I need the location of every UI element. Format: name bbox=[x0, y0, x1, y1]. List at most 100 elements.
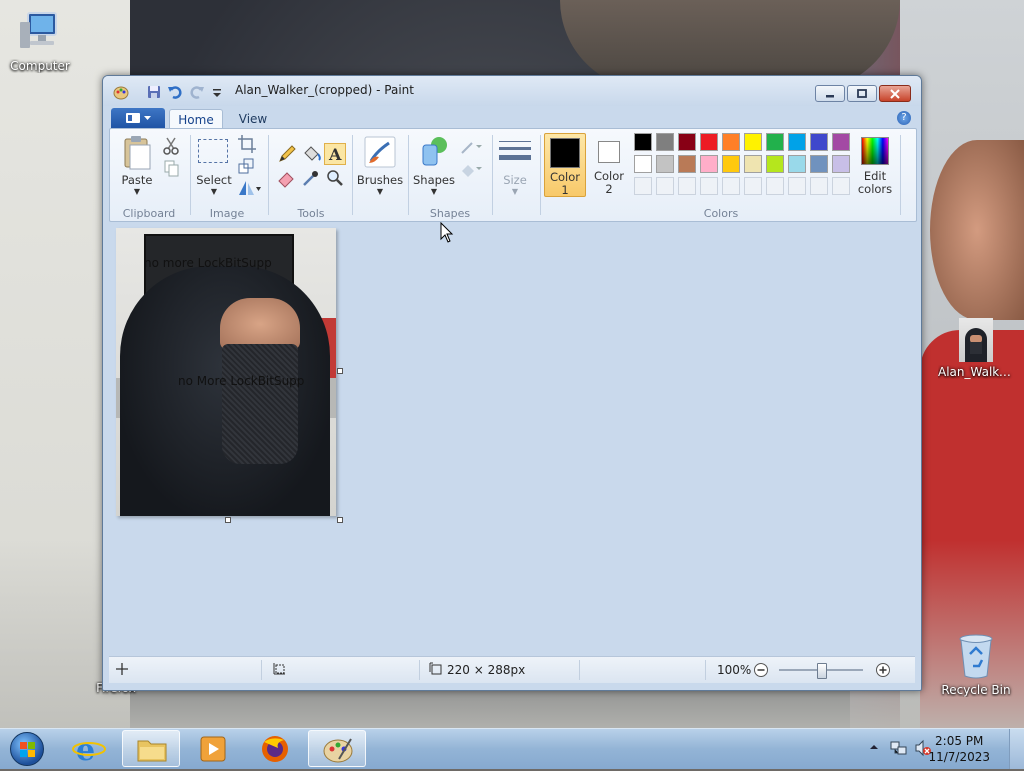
close-button[interactable] bbox=[879, 85, 911, 102]
palette-color-swatch[interactable] bbox=[700, 133, 718, 151]
desktop-icon-recycle-bin[interactable]: Recycle Bin bbox=[938, 632, 1014, 697]
zoom-in-button[interactable] bbox=[875, 662, 891, 681]
palette-color-swatch[interactable] bbox=[722, 155, 740, 173]
palette-color-swatch[interactable] bbox=[810, 133, 828, 151]
color-palette bbox=[634, 133, 856, 199]
zoom-slider[interactable] bbox=[779, 663, 863, 679]
palette-color-swatch[interactable] bbox=[744, 155, 762, 173]
palette-color-swatch[interactable] bbox=[766, 155, 784, 173]
fill-icon[interactable] bbox=[300, 143, 322, 165]
palette-custom-swatch[interactable] bbox=[722, 177, 740, 195]
palette-color-swatch[interactable] bbox=[832, 155, 850, 173]
palette-custom-swatch[interactable] bbox=[744, 177, 762, 195]
photo-mask bbox=[222, 344, 298, 464]
status-separator bbox=[579, 660, 580, 680]
palette-color-swatch[interactable] bbox=[678, 133, 696, 151]
palette-color-swatch[interactable] bbox=[656, 155, 674, 173]
status-separator bbox=[419, 660, 420, 680]
taskbar-paint[interactable] bbox=[308, 730, 366, 767]
select-button[interactable]: Select ▼ bbox=[194, 133, 234, 201]
network-icon[interactable] bbox=[890, 739, 908, 760]
shapes-button[interactable]: Shapes ▼ bbox=[412, 133, 456, 201]
minimize-button[interactable] bbox=[815, 85, 845, 102]
pencil-icon[interactable] bbox=[276, 143, 298, 165]
close-icon bbox=[890, 89, 900, 99]
zoom-out-button[interactable] bbox=[753, 662, 769, 681]
customize-quick-access-icon[interactable] bbox=[211, 84, 227, 100]
text-tool-icon[interactable]: A bbox=[324, 143, 346, 165]
undo-icon[interactable] bbox=[167, 84, 183, 100]
cut-icon[interactable] bbox=[160, 135, 182, 157]
help-button[interactable]: ? bbox=[897, 111, 911, 125]
color2-button[interactable]: Color 2 bbox=[588, 133, 630, 197]
tab-home[interactable]: Home bbox=[169, 109, 223, 130]
zoom-slider-thumb[interactable] bbox=[817, 663, 827, 679]
color1-swatch bbox=[550, 138, 580, 168]
paint-app-icon[interactable] bbox=[113, 84, 129, 100]
palette-color-swatch[interactable] bbox=[634, 133, 652, 151]
taskbar-internet-explorer[interactable]: e bbox=[60, 730, 118, 768]
palette-color-swatch[interactable] bbox=[678, 155, 696, 173]
palette-custom-swatch[interactable] bbox=[700, 177, 718, 195]
palette-color-swatch[interactable] bbox=[744, 133, 762, 151]
paste-button[interactable]: Paste ▼ bbox=[116, 133, 158, 201]
rotate-icon[interactable] bbox=[236, 177, 261, 199]
show-desktop-button[interactable] bbox=[1009, 729, 1024, 769]
palette-custom-swatch[interactable] bbox=[788, 177, 806, 195]
start-button[interactable] bbox=[6, 729, 48, 769]
paint-menu-button[interactable] bbox=[111, 108, 165, 128]
palette-color-swatch[interactable] bbox=[832, 133, 850, 151]
palette-custom-swatch[interactable] bbox=[810, 177, 828, 195]
taskbar-firefox[interactable] bbox=[246, 730, 304, 767]
select-icon bbox=[198, 139, 228, 163]
eraser-icon[interactable] bbox=[276, 167, 298, 189]
drawing-canvas[interactable]: no more LockBitSupp no More LockBitSupp bbox=[116, 228, 336, 516]
palette-color-swatch[interactable] bbox=[634, 155, 652, 173]
group-separator bbox=[540, 135, 541, 215]
chevron-down-icon: ▼ bbox=[511, 187, 519, 196]
palette-color-swatch[interactable] bbox=[722, 133, 740, 151]
group-separator bbox=[190, 135, 191, 215]
resize-handle-right[interactable] bbox=[337, 368, 343, 374]
maximize-button[interactable] bbox=[847, 85, 877, 102]
status-separator bbox=[705, 660, 706, 680]
palette-color-swatch[interactable] bbox=[656, 133, 674, 151]
copy-icon[interactable] bbox=[160, 157, 182, 179]
palette-color-swatch[interactable] bbox=[700, 155, 718, 173]
tab-view[interactable]: View bbox=[227, 109, 279, 129]
show-hidden-icons-button[interactable] bbox=[868, 741, 880, 756]
magnifier-icon[interactable] bbox=[324, 167, 346, 189]
color-picker-icon[interactable] bbox=[300, 167, 322, 189]
crop-icon[interactable] bbox=[236, 133, 258, 155]
palette-custom-swatch[interactable] bbox=[634, 177, 652, 195]
taskbar-media-player[interactable] bbox=[184, 730, 242, 767]
palette-color-swatch[interactable] bbox=[788, 155, 806, 173]
resize-icon[interactable] bbox=[236, 155, 258, 177]
taskbar-file-explorer[interactable] bbox=[122, 730, 180, 767]
save-icon[interactable] bbox=[146, 84, 162, 100]
edit-colors-button[interactable]: Edit colors bbox=[856, 133, 894, 197]
minimize-icon bbox=[826, 95, 834, 98]
system-clock[interactable]: 2:05 PM 11/7/2023 bbox=[928, 733, 990, 765]
title-bar[interactable]: Alan_Walker_(cropped) - Paint bbox=[103, 76, 921, 106]
desktop-icon-alan-walker-image[interactable]: Alan_Walker... bbox=[938, 318, 1014, 379]
palette-custom-swatch[interactable] bbox=[832, 177, 850, 195]
resize-handle-bottom[interactable] bbox=[225, 517, 231, 523]
shape-fill-icon[interactable] bbox=[458, 159, 482, 181]
palette-color-swatch[interactable] bbox=[810, 155, 828, 173]
palette-custom-swatch[interactable] bbox=[656, 177, 674, 195]
palette-color-swatch[interactable] bbox=[766, 133, 784, 151]
size-button[interactable]: Size ▼ bbox=[496, 133, 534, 201]
palette-custom-swatch[interactable] bbox=[678, 177, 696, 195]
brushes-button[interactable]: Brushes ▼ bbox=[356, 133, 404, 201]
outline-icon[interactable] bbox=[458, 137, 482, 159]
canvas-workspace[interactable]: no more LockBitSupp no More LockBitSupp bbox=[109, 222, 915, 656]
desktop-icon-computer[interactable]: Computer bbox=[4, 10, 76, 73]
resize-handle-corner[interactable] bbox=[337, 517, 343, 523]
palette-custom-swatch[interactable] bbox=[766, 177, 784, 195]
redo-icon[interactable] bbox=[189, 84, 205, 100]
color1-button[interactable]: Color 1 bbox=[544, 133, 586, 197]
color1-number: 1 bbox=[561, 183, 569, 197]
palette-color-swatch[interactable] bbox=[788, 133, 806, 151]
color1-label: Color bbox=[549, 170, 581, 184]
